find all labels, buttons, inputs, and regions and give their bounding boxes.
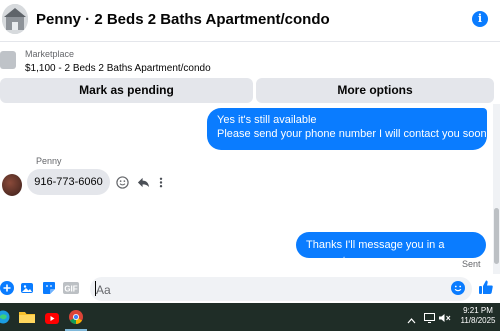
clock-date: 11/8/2025 [460, 316, 496, 325]
edge-browser-icon[interactable] [0, 310, 10, 329]
message-composer: GIF Aa [0, 276, 500, 303]
svg-text:GIF: GIF [64, 285, 77, 294]
listing-thumbnail [0, 51, 16, 69]
system-clock[interactable]: 9:21 PM 11/8/2025 [456, 306, 500, 326]
listing-description: $1,100 - 2 Beds 2 Baths Apartment/condo [25, 63, 211, 74]
reply-icon[interactable] [137, 176, 150, 189]
message-status: Sent [462, 259, 481, 269]
message-line: Please send your phone number I will con… [217, 128, 490, 140]
sender-name: Penny [36, 156, 62, 166]
emoji-reaction-icon[interactable] [116, 175, 129, 189]
youtube-icon[interactable] [45, 311, 59, 329]
message-input[interactable] [90, 277, 472, 301]
file-explorer-icon[interactable] [19, 310, 35, 329]
message-thread: Yes it's still available Please send you… [0, 104, 500, 276]
plus-icon[interactable] [0, 281, 14, 295]
marketplace-listing[interactable]: Marketplace $1,100 - 2 Beds 2 Baths Apar… [0, 44, 500, 78]
marketplace-label: Marketplace [25, 49, 75, 59]
photo-icon[interactable] [20, 281, 34, 295]
conversation-header: Penny · 2 Beds 2 Baths Apartment/condo i [0, 0, 500, 42]
more-icon[interactable] [158, 176, 164, 189]
mark-as-pending-button[interactable]: Mark as pending [0, 78, 253, 103]
scrollbar-thumb[interactable] [494, 208, 499, 264]
contact-avatar[interactable] [2, 4, 28, 34]
chevron-up-icon[interactable] [407, 311, 416, 329]
display-icon[interactable] [424, 310, 435, 328]
message-line: Yes it's still available [217, 114, 317, 126]
sender-avatar[interactable] [2, 174, 22, 196]
more-options-button[interactable]: More options [256, 78, 494, 103]
sticker-icon[interactable] [42, 281, 56, 295]
gif-icon[interactable]: GIF [63, 281, 79, 295]
message-actions [116, 174, 164, 190]
speaker-muted-icon[interactable] [439, 310, 451, 328]
clock-time: 9:21 PM [463, 306, 493, 315]
thumbs-up-icon[interactable] [478, 279, 494, 295]
info-icon[interactable]: i [472, 11, 488, 27]
chrome-icon[interactable] [69, 310, 83, 329]
outgoing-message[interactable]: Thanks I'll message you in a moment [296, 232, 486, 267]
emoji-icon[interactable] [451, 281, 465, 295]
messenger-window: Penny · 2 Beds 2 Baths Apartment/condo i… [0, 0, 500, 331]
message-placeholder: Aa [96, 283, 111, 297]
conversation-title[interactable]: Penny · 2 Beds 2 Baths Apartment/condo [36, 11, 330, 28]
outgoing-message[interactable]: Yes it's still available Please send you… [207, 108, 490, 150]
incoming-message[interactable]: 916-773-6060 [27, 169, 110, 195]
